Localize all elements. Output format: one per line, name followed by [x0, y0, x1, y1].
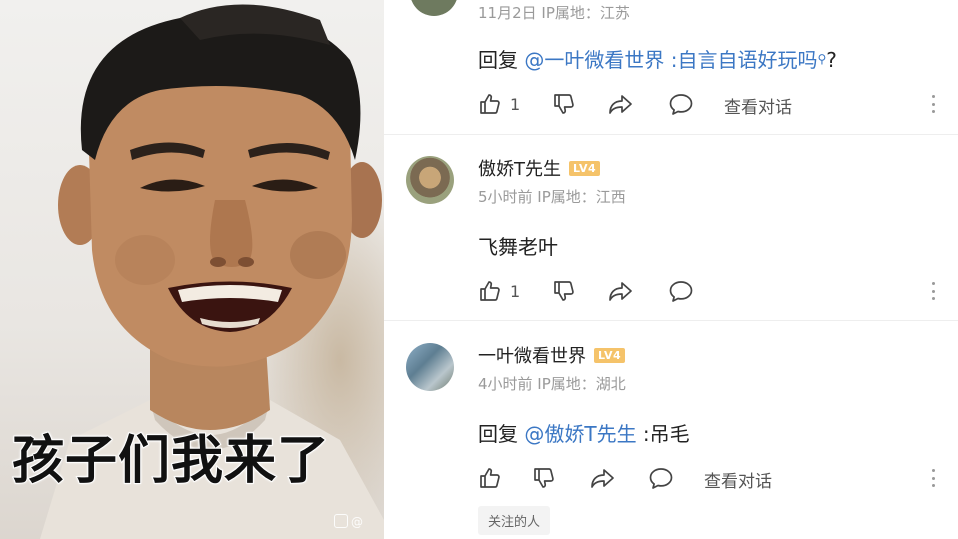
comment-actions: 查看对话	[478, 463, 938, 493]
level-badge: LV4	[569, 161, 601, 176]
comment-text: 回复 @傲娇T先生 :吊毛	[478, 418, 690, 447]
avatar[interactable]	[406, 156, 454, 204]
view-conversation-link[interactable]: 查看对话	[704, 467, 772, 492]
reply-button[interactable]	[648, 463, 674, 493]
like-count: 1	[510, 281, 521, 301]
avatar[interactable]	[406, 343, 454, 391]
thumbs-down-icon	[554, 281, 574, 301]
more-options-icon[interactable]	[928, 91, 938, 117]
view-conversation-link[interactable]: 查看对话	[724, 93, 792, 118]
reply-button[interactable]	[668, 89, 694, 119]
share-icon	[609, 95, 632, 114]
dislike-button[interactable]	[552, 276, 576, 306]
comment-actions: 1 查看对话	[478, 89, 938, 119]
like-button[interactable]	[478, 463, 502, 493]
avatar[interactable]	[410, 0, 458, 16]
dislike-button[interactable]	[532, 463, 556, 493]
comment-text: 回复 @一叶微看世界 :自言自语好玩吗⚲?	[478, 44, 837, 73]
reply-prefix: 回复	[478, 48, 525, 72]
share-button[interactable]	[590, 463, 616, 493]
comment-meta: 5小时前 IP属地：江西	[478, 188, 626, 206]
mention-link[interactable]: @一叶微看世界	[524, 48, 664, 72]
meme-caption: 孩子们我来了	[11, 430, 331, 492]
reply-prefix: 回复	[478, 422, 525, 446]
thumbs-up-icon	[480, 281, 500, 301]
comment-item: 一叶微看世界 LV4 4小时前 IP属地：湖北 回复 @傲娇T先生 :吊毛 查看对…	[384, 321, 958, 539]
like-button[interactable]: 1	[478, 276, 520, 306]
reply-text: :吊毛	[636, 422, 690, 446]
comment-meta: 4小时前 IP属地：湖北	[478, 375, 626, 393]
comment-item: 11月2日 IP属地：江苏 回复 @一叶微看世界 :自言自语好玩吗⚲? 1 查看…	[384, 0, 958, 134]
follow-filter-chip[interactable]: 关注的人	[478, 506, 551, 535]
watermark-text: @	[351, 515, 363, 529]
reply-text: :自言自语好玩吗	[664, 48, 818, 72]
more-options-icon[interactable]	[928, 465, 938, 491]
username-text: 一叶微看世界	[478, 346, 586, 367]
reply-button[interactable]	[668, 276, 694, 306]
like-count: 1	[510, 94, 521, 114]
dislike-button[interactable]	[552, 89, 576, 119]
comment-text: 飞舞老叶	[478, 235, 558, 259]
comment-bubble-icon	[669, 94, 693, 115]
comment-item: 傲娇T先生 LV4 5小时前 IP属地：江西 飞舞老叶 1	[384, 135, 958, 320]
username[interactable]: 一叶微看世界 LV4	[478, 342, 626, 368]
comment-list[interactable]: 11月2日 IP属地：江苏 回复 @一叶微看世界 :自言自语好玩吗⚲? 1 查看…	[384, 0, 958, 539]
thumbs-down-icon	[534, 468, 554, 488]
meme-image: 孩子们我来了 @	[0, 0, 384, 539]
share-icon	[609, 282, 632, 301]
search-icon[interactable]: ⚲	[817, 52, 826, 66]
username[interactable]: 傲娇T先生 LV4	[478, 155, 601, 181]
share-icon	[591, 469, 614, 488]
more-options-icon[interactable]	[928, 278, 938, 304]
comment-meta: 11月2日 IP属地：江苏	[478, 4, 630, 22]
comment-bubble-icon	[649, 468, 673, 489]
level-badge: LV4	[594, 348, 626, 363]
thumbs-up-icon	[480, 468, 500, 488]
thumbs-up-icon	[480, 94, 500, 114]
comment-actions: 1	[478, 276, 938, 306]
username-text: 傲娇T先生	[478, 159, 561, 180]
watermark-icon	[334, 514, 348, 528]
thumbs-down-icon	[554, 94, 574, 114]
mention-link[interactable]: @傲娇T先生	[524, 422, 636, 446]
trailing-text: ?	[826, 48, 837, 72]
like-button[interactable]: 1	[478, 89, 520, 119]
watermark: @	[334, 514, 363, 529]
comment-bubble-icon	[669, 281, 693, 302]
share-button[interactable]	[608, 89, 634, 119]
share-button[interactable]	[608, 276, 634, 306]
